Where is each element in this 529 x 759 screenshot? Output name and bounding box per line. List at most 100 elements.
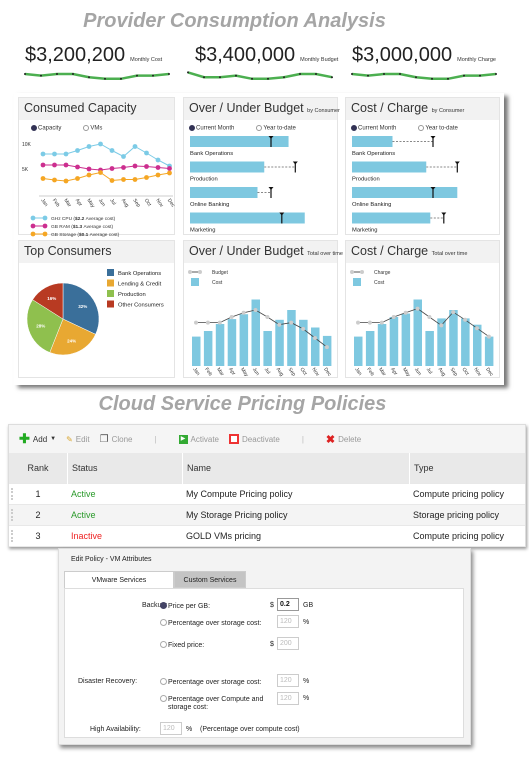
line-point <box>241 310 246 315</box>
add-button[interactable]: ✚ Add ▼ <box>19 431 56 447</box>
currency-label: $ <box>270 641 274 648</box>
status-cell: Active <box>71 510 96 520</box>
price-per-gb-input[interactable]: 0.2 <box>277 598 299 611</box>
bullet-label: Marketing <box>190 228 215 234</box>
dr-storage-percentage-input[interactable]: 120 <box>277 674 299 687</box>
line-point <box>205 320 210 325</box>
table-row[interactable]: 3 Inactive GOLD VMs pricing Compute pricing… <box>9 526 525 547</box>
caret-down-icon: ▼ <box>50 436 57 442</box>
data-point <box>63 178 69 184</box>
pricing-policies-table: ✚ Add ▼ ✎ Edit ❐ Clone | ▶ Activate Deactivat… <box>8 424 526 547</box>
percent-label: % <box>303 678 310 685</box>
data-point <box>132 163 138 169</box>
legend-marker <box>188 270 192 274</box>
bullet-label: Online Banking <box>190 202 229 208</box>
sparkline-point <box>235 74 237 77</box>
x-tick-label: Jun <box>97 198 107 208</box>
backup-percentage-input[interactable]: 120 <box>277 615 299 628</box>
bullet-label: Bank Operations <box>352 151 395 157</box>
header-rank[interactable]: Rank <box>9 463 67 473</box>
x-tick-label: Dec <box>484 367 494 378</box>
x-tick-label: Sep <box>287 367 297 378</box>
legend-marker <box>198 270 202 274</box>
x-tick-label: Nov <box>472 367 482 378</box>
data-point <box>63 162 69 168</box>
table-row[interactable]: 2 Active My Storage Pricing policy Storage … <box>9 505 525 526</box>
line-point <box>217 320 222 325</box>
header-status[interactable]: Status <box>67 452 182 484</box>
sparkline-point <box>203 76 205 79</box>
bar <box>239 314 249 366</box>
data-point <box>75 176 80 181</box>
data-point <box>86 144 92 149</box>
top-consumers-pie: 32% Bank Operations 24% Lending & Credit 28%… <box>26 269 164 356</box>
clone-button[interactable]: ❐ Clone <box>100 434 133 445</box>
fixed-price-input[interactable]: 200 <box>277 637 299 650</box>
activate-button[interactable]: ▶ Activate <box>178 434 220 444</box>
delete-label: Delete <box>338 434 362 444</box>
plus-icon: ✚ <box>19 431 30 446</box>
activate-label: Activate <box>190 434 220 444</box>
legend-swatch <box>107 279 114 287</box>
sparkline-point <box>187 71 189 74</box>
sparkline-point <box>463 74 465 77</box>
header-name[interactable]: Name <box>182 452 409 484</box>
radio-dr-percentage-storage[interactable]: Percentage over storage cost: <box>160 678 261 686</box>
sparklines <box>24 71 497 81</box>
radio-dr-percentage-compute-storage[interactable]: Percentage over Compute and <box>160 695 263 703</box>
legend-swatch <box>107 269 114 276</box>
dr-compute-percentage-input[interactable]: 120 <box>277 692 299 705</box>
tab-vmware-services[interactable]: VMware Services <box>64 571 174 588</box>
radio-backup-percentage-storage[interactable]: Percentage over storage cost: <box>160 619 261 627</box>
bullet-bar <box>352 136 393 147</box>
tab-custom-services[interactable]: Custom Services <box>174 571 246 588</box>
play-icon: ▶ <box>178 434 188 444</box>
x-tick-label: Aug <box>437 367 447 378</box>
status-cell: Active <box>71 489 96 499</box>
data-point <box>75 148 80 153</box>
line-point <box>324 345 329 350</box>
data-point <box>155 157 161 163</box>
header-type[interactable]: Type <box>409 452 434 484</box>
target-marker-head <box>454 161 460 165</box>
data-point <box>121 177 126 182</box>
legend-swatch <box>353 278 361 286</box>
data-point <box>132 144 138 149</box>
delete-button[interactable]: ✖ Delete <box>326 433 361 446</box>
bullet-bar <box>190 187 258 198</box>
high-availability-input[interactable]: 120 <box>160 722 182 735</box>
legend-marker <box>42 223 48 229</box>
data-point <box>98 141 103 147</box>
unit-label: GB <box>303 602 314 609</box>
legend-label: Production <box>118 292 146 298</box>
pie-label: 16% <box>47 296 56 301</box>
deactivate-button[interactable]: Deactivate <box>229 434 280 444</box>
sparkline-point <box>383 73 385 75</box>
radio-fixed-price[interactable]: Fixed price: <box>160 641 204 649</box>
radio-price-per-gb[interactable]: Price per GB: <box>160 602 210 610</box>
high-availability-note: (Percentage over compute cost) <box>200 726 300 733</box>
pie-label: 24% <box>67 338 76 343</box>
legend-label: Cost <box>212 280 223 286</box>
charge-by-consumer-panel: Cost / Charge by Consumer Current Month Y… <box>345 97 500 235</box>
line-point <box>415 306 420 311</box>
data-point <box>98 170 103 175</box>
y-tick-label: 5K <box>22 167 29 173</box>
rank-cell: 2 <box>35 510 41 520</box>
data-point <box>52 151 57 157</box>
clone-label: Clone <box>111 434 133 444</box>
sparkline-point <box>299 73 301 75</box>
table-row[interactable]: 1 Active My Compute Pricing policy Compute … <box>9 484 525 505</box>
sparkline-point <box>219 76 221 79</box>
bullet-bar <box>352 212 431 224</box>
top-consumers-panel: Top Consumers 32% Bank Operations 24% Lendi… <box>18 240 175 378</box>
legend-swatch <box>191 278 199 286</box>
legend-swatch <box>107 290 114 297</box>
sparkline-point <box>88 76 90 79</box>
sparkline-point <box>315 73 317 75</box>
edit-button[interactable]: ✎ Edit <box>66 435 90 444</box>
sparkline <box>24 72 170 81</box>
sparkline-point <box>251 77 253 80</box>
x-tick-label: Jul <box>263 367 272 376</box>
line-point <box>427 315 432 319</box>
